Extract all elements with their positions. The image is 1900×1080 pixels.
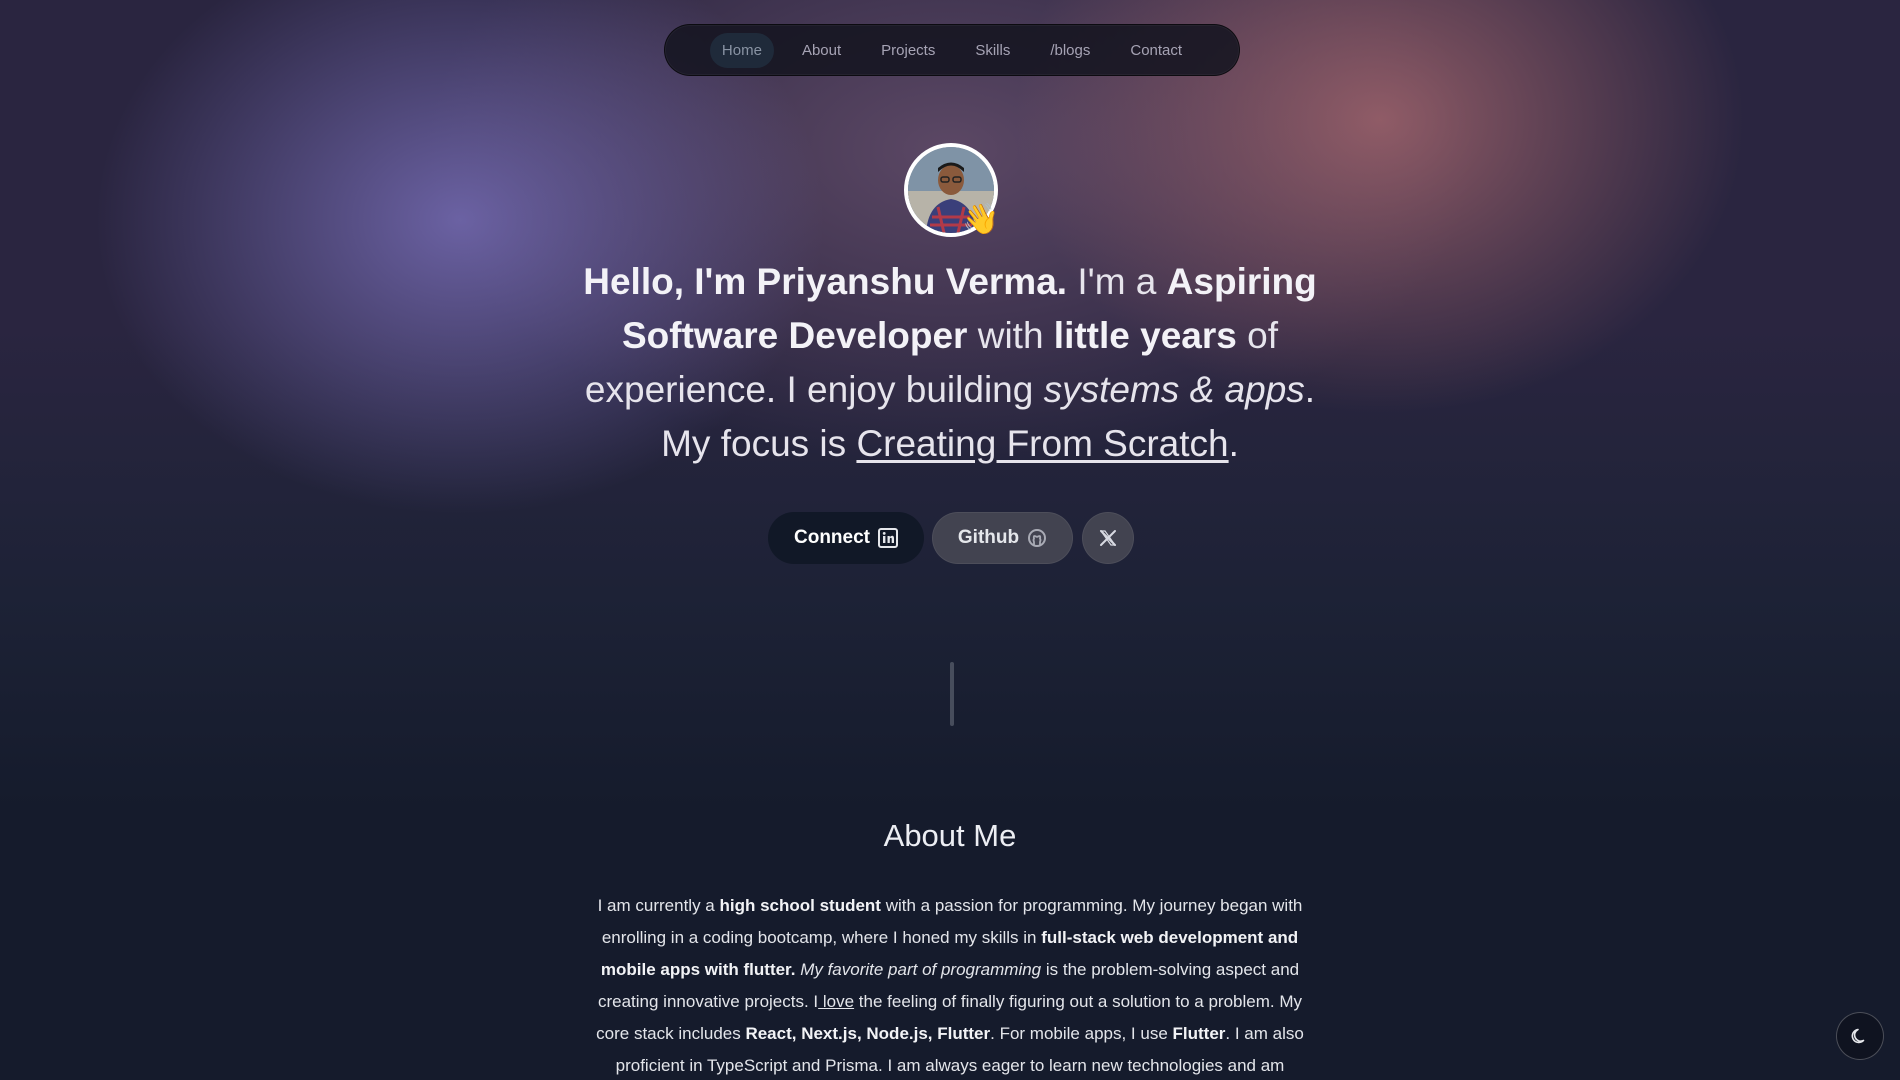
about-bold-3: React, Next.js, Node.js, Flutter	[745, 1024, 991, 1043]
hero-focus-suffix: .	[1228, 423, 1239, 464]
x-icon	[1099, 529, 1117, 547]
nav-item-projects[interactable]: Projects	[869, 33, 947, 68]
section-divider	[950, 662, 954, 726]
hero-greeting: Hello, I'm Priyanshu Verma.	[583, 261, 1068, 302]
about-text-6: . For mobile apps, I use	[990, 1024, 1173, 1043]
hero-focus: Creating From Scratch	[856, 423, 1229, 464]
about-text-1: I am currently a	[597, 896, 720, 915]
x-button[interactable]	[1082, 512, 1134, 564]
about-title: About Me	[883, 818, 1017, 853]
about-bold-4: Flutter	[1172, 1024, 1226, 1043]
nav-item-home[interactable]: Home	[709, 32, 774, 68]
wave-hand-icon: 👋	[962, 203, 1000, 236]
hero-building: systems & apps	[1043, 369, 1305, 410]
hero-with: with	[967, 315, 1054, 356]
hero-experience: little years	[1053, 315, 1237, 356]
about-italic-1: My favorite part of programming	[800, 960, 1042, 979]
connect-button-label: Connect	[794, 527, 870, 548]
linkedin-icon	[878, 528, 898, 548]
nav-item-blogs[interactable]: /blogs	[1038, 33, 1102, 68]
about-bold-1: high school student	[719, 896, 881, 915]
theme-toggle-button[interactable]	[1836, 1012, 1884, 1060]
nav-item-about[interactable]: About	[790, 33, 853, 68]
top-nav: Home About Projects Skills /blogs Contac…	[664, 24, 1240, 76]
github-button-label: Github	[957, 527, 1020, 548]
about-paragraph: I am currently a high school student wit…	[592, 890, 1308, 1080]
moon-icon	[1851, 1028, 1865, 1044]
hero-heading: Hello, I'm Priyanshu Verma. I'm a Aspiri…	[560, 255, 1340, 471]
hero-im-a: I'm a	[1067, 261, 1167, 302]
nav-item-contact[interactable]: Contact	[1118, 33, 1194, 68]
nav-item-skills[interactable]: Skills	[963, 33, 1022, 68]
github-icon	[1027, 528, 1047, 548]
about-underline-1: love	[818, 992, 855, 1011]
connect-button[interactable]: Connect	[768, 512, 924, 564]
github-button[interactable]: Github	[932, 512, 1073, 564]
